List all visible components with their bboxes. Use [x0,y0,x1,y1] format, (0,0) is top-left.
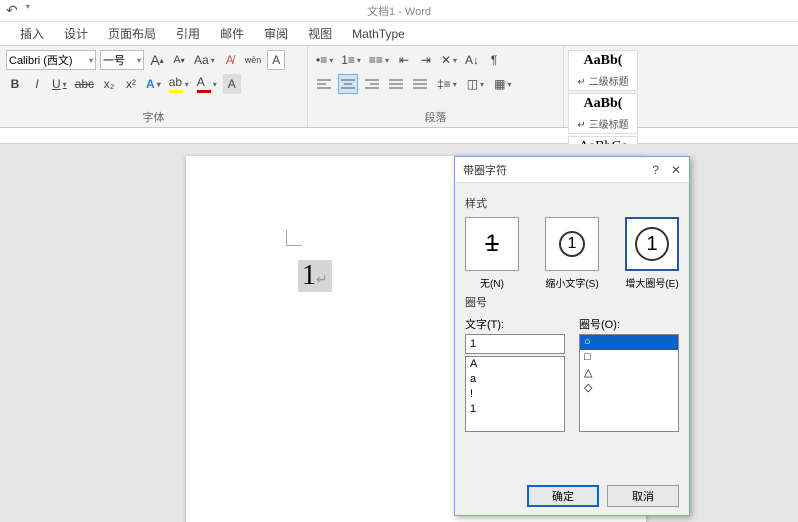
text-effects-button[interactable]: A [144,74,163,94]
distributed-button[interactable] [410,74,430,94]
char-border-button[interactable]: A [267,50,285,70]
help-icon[interactable]: ? [652,163,659,177]
borders-button[interactable]: ▦ [491,74,514,94]
ribbon: Calibri (西文)▾ 一号▾ A▴ A▾ Aa A̸ wēn A B I … [0,46,798,128]
font-color-button[interactable]: A [195,74,219,94]
phonetic-guide-button[interactable]: wēn [243,50,264,70]
ring-column-label: 圈号(O): [579,316,679,332]
enclose-characters-dialog: 带圈字符 ? ✕ 样式 1 无(N) 1 缩小文字(S) 1 增大圈号(E) 圈… [454,156,690,516]
char-shading-button[interactable]: A [223,74,241,94]
line-spacing-button[interactable]: ‡≡ [434,74,460,94]
increase-indent-button[interactable]: ⇥ [417,50,435,70]
window-title: 文档1 - Word [367,3,431,19]
tab-insert[interactable]: 插入 [10,21,54,46]
tab-view[interactable]: 视图 [298,21,342,46]
tab-references[interactable]: 引用 [166,21,210,46]
bullets-button[interactable]: •≡ [314,50,335,70]
tab-review[interactable]: 审阅 [254,21,298,46]
paragraph-group-label: 段落 [314,107,557,125]
change-case-button[interactable]: Aa [192,50,217,70]
italic-button[interactable]: I [28,74,46,94]
grow-font-button[interactable]: A▴ [148,50,166,70]
ring-listbox[interactable]: ○ □ △ ◇ [579,334,679,432]
margin-marker [286,230,302,246]
style-option-enlarge[interactable]: 1 增大圈号(E) [625,217,679,290]
align-justify-button[interactable] [386,74,406,94]
show-marks-button[interactable]: ¶ [485,50,503,70]
style-section-label: 样式 [465,195,679,211]
tab-mailings[interactable]: 邮件 [210,21,254,46]
ok-button[interactable]: 确定 [527,485,599,507]
strike-button[interactable]: abc [73,74,96,94]
multilevel-button[interactable]: ≡≡ [367,50,391,70]
style-heading3[interactable]: AaBb( ↵ 三级标题 [568,93,638,134]
tab-design[interactable]: 设计 [54,21,98,46]
text-input[interactable] [465,334,565,354]
style-heading2[interactable]: AaBb( ↵ 二级标题 [568,50,638,91]
align-right-button[interactable] [362,74,382,94]
dialog-title: 带圈字符 [463,162,507,178]
decrease-indent-button[interactable]: ⇤ [395,50,413,70]
styles-gallery: AaBb( ↵ 二级标题 AaBb( ↵ 三级标题 AaBbCc ↵ 我的论… [564,46,798,127]
asian-layout-button[interactable]: ✕ [439,50,459,70]
numbering-button[interactable]: 1≡ [339,50,363,70]
bold-button[interactable]: B [6,74,24,94]
ring-section-label: 圈号 [465,294,679,310]
tab-mathtype[interactable]: MathType [342,23,415,45]
font-group-label: 字体 [6,107,301,125]
ribbon-tabs: 插入 设计 页面布局 引用 邮件 审阅 视图 MathType [0,22,798,46]
typed-text: 1 [298,260,332,292]
text-listbox[interactable]: A a ! 1 [465,356,565,432]
dropdown-icon[interactable]: ▾ [26,2,30,19]
sort-button[interactable]: A↓ [463,50,481,70]
align-center-button[interactable] [338,74,358,94]
align-left-button[interactable] [314,74,334,94]
cancel-button[interactable]: 取消 [607,485,679,507]
shading-button[interactable]: ◫ [464,74,487,94]
ruler [0,128,798,144]
style-option-shrink[interactable]: 1 缩小文字(S) [545,217,599,290]
tab-layout[interactable]: 页面布局 [98,21,166,46]
underline-button[interactable]: U [50,74,69,94]
undo-icon[interactable]: ↶ [6,2,18,19]
close-icon[interactable]: ✕ [671,163,681,177]
shrink-font-button[interactable]: A▾ [170,50,188,70]
subscript-button[interactable]: x₂ [100,74,118,94]
text-column-label: 文字(T): [465,316,565,332]
font-name-select[interactable]: Calibri (西文)▾ [6,50,96,70]
clear-format-button[interactable]: A̸ [221,50,239,70]
superscript-button[interactable]: x² [122,74,140,94]
style-option-none[interactable]: 1 无(N) [465,217,519,290]
highlight-button[interactable]: ab [167,74,191,94]
font-size-select[interactable]: 一号▾ [100,50,144,70]
